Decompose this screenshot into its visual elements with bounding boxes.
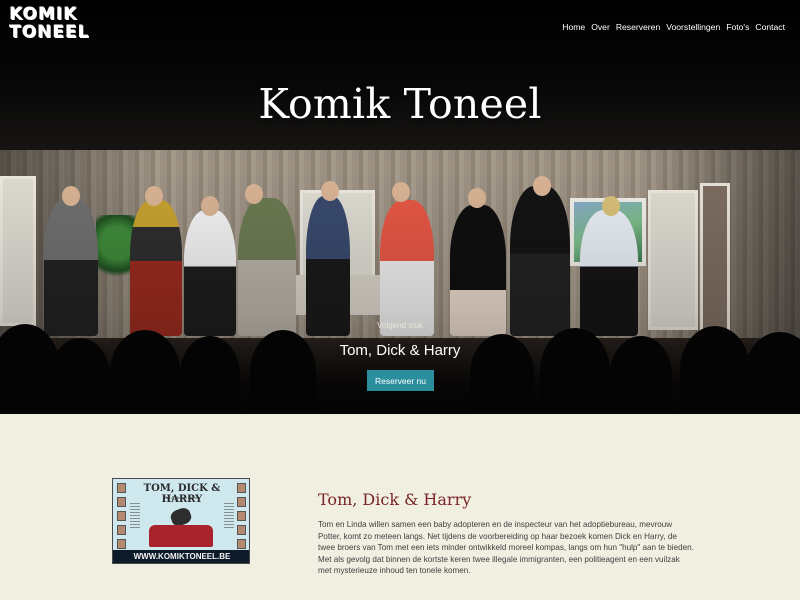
poster-portrait <box>237 539 246 549</box>
show-section: TOM, DICK & HARRY Ray & Michael Cooney W… <box>0 414 800 600</box>
poster-cast-list <box>224 503 234 529</box>
poster-title: TOM, DICK & HARRY <box>143 483 221 505</box>
reserve-button[interactable]: Reserveer nu <box>367 370 434 391</box>
poster-portrait <box>117 497 126 507</box>
poster-url: WWW.KOMIKTONEEL.BE <box>113 550 249 563</box>
hero-banner: KOMIK TONEEL Home Over Reserveren Voorst… <box>0 0 800 414</box>
next-show-label: Volgend stuk <box>377 321 423 330</box>
poster-portrait <box>117 511 126 521</box>
poster-portrait <box>117 525 126 535</box>
nav-voorstellingen[interactable]: Voorstellingen <box>666 21 720 33</box>
logo-text-line1: KOMIK <box>9 4 78 24</box>
show-description: Tom en Linda willen samen een baby adopt… <box>318 520 694 576</box>
main-nav: Home Over Reserveren Voorstellingen Foto… <box>562 21 785 33</box>
nav-reserveren[interactable]: Reserveren <box>616 21 660 33</box>
site-logo[interactable]: KOMIK TONEEL <box>9 4 90 43</box>
nav-fotos[interactable]: Foto's <box>726 21 749 33</box>
nav-over[interactable]: Over <box>591 21 610 33</box>
poster-portrait <box>237 483 246 493</box>
poster-couch-illustration <box>149 525 213 547</box>
poster-portrait <box>237 497 246 507</box>
poster-portrait <box>237 511 246 521</box>
poster-portrait <box>117 539 126 549</box>
poster-portrait <box>117 483 126 493</box>
nav-contact[interactable]: Contact <box>755 21 785 33</box>
show-title: Tom, Dick & Harry <box>318 490 472 509</box>
hero-title: Komik Toneel <box>258 80 542 128</box>
show-poster[interactable]: TOM, DICK & HARRY Ray & Michael Cooney W… <box>112 478 250 564</box>
nav-home[interactable]: Home <box>562 21 585 33</box>
poster-portrait <box>237 525 246 535</box>
next-show-title: Tom, Dick & Harry <box>339 342 461 359</box>
poster-subtitle: Ray & Michael Cooney <box>164 496 200 500</box>
poster-cast-list <box>130 503 140 529</box>
logo-text-line2: TONEEL <box>9 22 90 42</box>
